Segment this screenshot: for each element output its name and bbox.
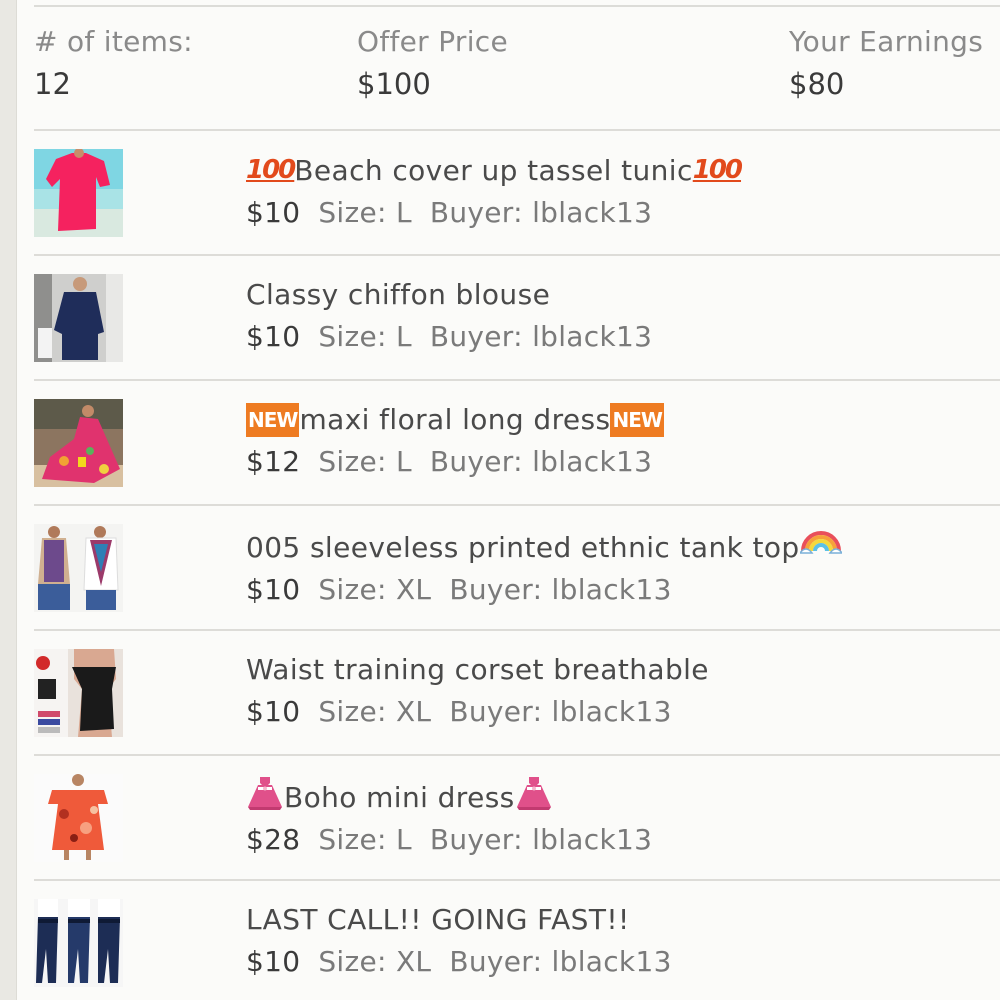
item-size: Size: L [318,445,412,478]
list-item[interactable]: Waist training corset breathable $10 Size… [34,630,1000,755]
list-item[interactable]: LAST CALL!! GOING FAST!! $10 Size: XL Buye… [34,880,1000,1000]
item-meta: $10 Size: L Buyer: lblack13 [246,191,741,235]
item-thumbnail[interactable] [34,899,123,987]
offer-price-label: Offer Price [357,25,508,58]
item-thumbnail[interactable] [34,399,123,487]
dress-icon [248,777,282,810]
item-title[interactable]: 005 sleeveless printed ethnic tank top [246,525,842,568]
items-count-stat: # of items: 12 [34,22,193,106]
item-size: Size: L [318,320,412,353]
item-price: $10 [246,695,301,728]
item-thumbnail[interactable] [34,649,123,737]
offer-price-value: $100 [357,67,431,101]
item-title[interactable]: Classy chiffon blouse [246,275,652,315]
item-size: Size: L [318,196,412,229]
earnings-value: $80 [789,67,845,101]
item-buyer: Buyer: lblack13 [429,445,653,478]
order-details-screen: # of items: 12 Offer Price $100 Your Ear… [0,0,1000,1000]
item-price: $12 [246,445,301,478]
item-meta: $10 Size: XL Buyer: lblack13 [246,690,709,734]
item-size: Size: XL [318,945,432,978]
item-title[interactable]: Waist training corset breathable [246,650,709,690]
item-title[interactable]: Boho mini dress [246,775,652,818]
hundred-points-icon: 100 [692,155,743,185]
item-price: $28 [246,823,301,856]
list-item[interactable]: NEWmaxi floral long dress NEW $12 Size: L B… [34,380,1000,505]
item-size: Size: XL [318,695,432,728]
item-meta: $12 Size: L Buyer: lblack13 [246,440,664,484]
list-item[interactable]: Boho mini dress $28 Size: L Buyer: lblack1… [34,755,1000,880]
items-count-value: 12 [34,67,71,101]
order-content: # of items: 12 Offer Price $100 Your Ear… [34,0,1000,1000]
item-thumbnail[interactable] [34,774,123,862]
new-badge-icon: NEW [246,403,300,437]
item-price: $10 [246,196,301,229]
item-buyer: Buyer: lblack13 [449,945,672,978]
earnings-stat: Your Earnings $80 [789,22,983,106]
item-meta: $10 Size: L Buyer: lblack13 [246,315,652,359]
items-count-label: # of items: [34,25,193,58]
item-thumbnail[interactable] [34,149,123,237]
item-buyer: Buyer: lblack13 [429,196,653,229]
item-title[interactable]: 100Beach cover up tassel tunic100 [246,150,743,191]
order-summary: # of items: 12 Offer Price $100 Your Ear… [34,0,1000,130]
rainbow-icon [799,531,842,554]
earnings-label: Your Earnings [789,25,984,58]
item-size: Size: L [318,823,412,856]
item-size: Size: XL [318,573,432,606]
left-edge-strip [0,0,17,1000]
item-buyer: Buyer: lblack13 [429,823,653,856]
offer-price-stat: Offer Price $100 [357,22,508,106]
list-item[interactable]: 005 sleeveless printed ethnic tank top $… [34,505,1000,630]
item-thumbnail[interactable] [34,274,123,362]
item-buyer: Buyer: lblack13 [429,320,653,353]
item-thumbnail[interactable] [34,524,123,612]
item-meta: $10 Size: XL Buyer: lblack13 [246,568,842,612]
item-meta: $10 Size: XL Buyer: lblack13 [246,940,672,984]
item-buyer: Buyer: lblack13 [449,573,672,606]
new-badge-icon: NEW [610,403,664,437]
item-title[interactable]: NEWmaxi floral long dress NEW [246,400,664,440]
list-item[interactable]: 100Beach cover up tassel tunic100 $10 Siz… [34,130,1000,255]
list-item[interactable]: Classy chiffon blouse $10 Size: L Buyer: l… [34,255,1000,380]
item-price: $10 [246,320,301,353]
item-price: $10 [246,573,301,606]
dress-icon [516,777,551,810]
hundred-points-icon: 100 [246,155,296,185]
item-buyer: Buyer: lblack13 [449,695,672,728]
item-meta: $28 Size: L Buyer: lblack13 [246,818,652,862]
item-title[interactable]: LAST CALL!! GOING FAST!! [246,900,672,940]
item-price: $10 [246,945,301,978]
